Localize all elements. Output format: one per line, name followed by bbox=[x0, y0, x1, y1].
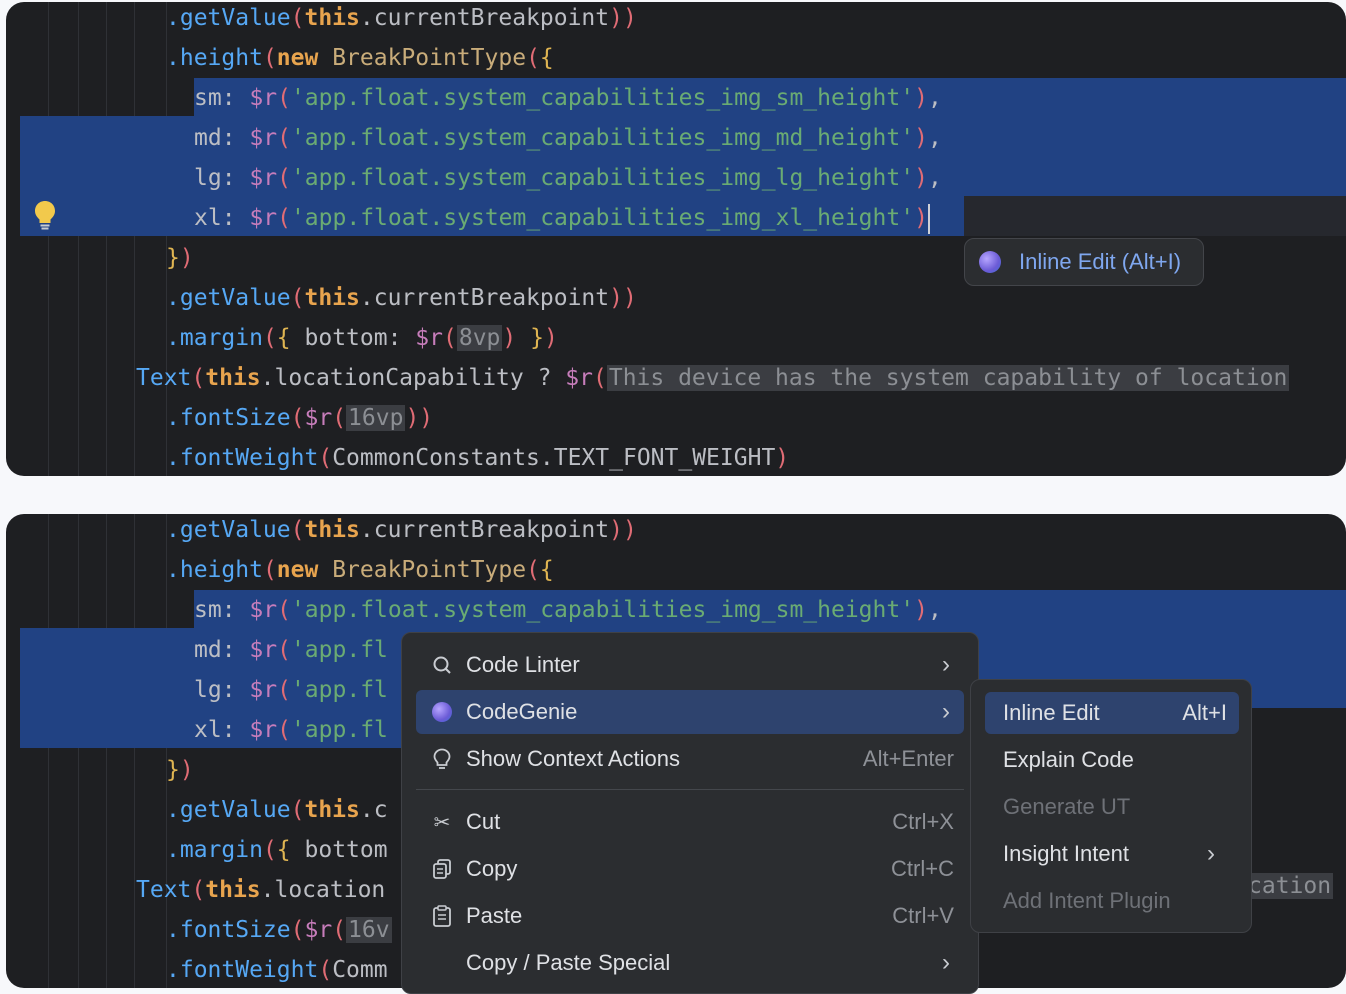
code-line[interactable]: lg: $r('app.fl bbox=[194, 670, 388, 710]
code-line[interactable]: }) bbox=[166, 238, 194, 278]
inline-edit-label: Inline Edit (Alt+I) bbox=[1019, 249, 1182, 274]
current-line-highlight bbox=[964, 196, 1346, 236]
submenu-item-generate-ut: Generate UT bbox=[985, 786, 1239, 828]
code-line[interactable]: .getValue(this.c bbox=[166, 790, 388, 830]
submenu-item-add-intent-plugin: Add Intent Plugin bbox=[985, 880, 1239, 922]
submenu-item-insight-intent[interactable]: Insight Intent › bbox=[985, 833, 1239, 875]
text-caret bbox=[927, 203, 930, 234]
menu-item-code-linter[interactable]: Code Linter › bbox=[416, 643, 964, 687]
code-line[interactable]: sm: $r('app.float.system_capabilities_im… bbox=[194, 78, 942, 118]
code-line[interactable]: md: $r('app.float.system_capabilities_im… bbox=[194, 118, 942, 158]
code-line[interactable]: .margin({ bottom: $r(8vp) }) bbox=[166, 318, 558, 358]
submenu-item-explain-code[interactable]: Explain Code bbox=[985, 739, 1239, 781]
submenu-item-label: Add Intent Plugin bbox=[1003, 888, 1171, 913]
submenu-item-label: Explain Code bbox=[1003, 747, 1134, 772]
code-line[interactable]: .height(new BreakPointType({ bbox=[166, 550, 554, 590]
chevron-right-icon: › bbox=[942, 698, 950, 725]
submenu-item-label: Inline Edit bbox=[1003, 700, 1100, 725]
code-line[interactable]: md: $r('app.fl bbox=[194, 630, 388, 670]
code-line[interactable]: .getValue(this.currentBreakpoint)) bbox=[166, 2, 637, 38]
code-line[interactable]: .margin({ bottom bbox=[166, 830, 388, 870]
code-line[interactable]: .getValue(this.currentBreakpoint)) bbox=[166, 514, 637, 550]
menu-item-label: Code Linter bbox=[466, 652, 580, 677]
context-menu: Code Linter › CodeGenie › Show Context A… bbox=[401, 632, 979, 994]
submenu-item-shortcut: Alt+I bbox=[1182, 700, 1227, 725]
code-line-fragment: cation bbox=[1246, 873, 1334, 899]
code-line[interactable]: .fontSize($r(16vp)) bbox=[166, 398, 433, 438]
code-line[interactable]: lg: $r('app.float.system_capabilities_im… bbox=[194, 158, 942, 198]
lightbulb-icon[interactable] bbox=[34, 200, 56, 230]
code-line[interactable]: .fontSize($r(16v bbox=[166, 910, 392, 950]
copy-icon bbox=[430, 857, 454, 881]
inline-edit-popup[interactable]: Inline Edit (Alt+I) bbox=[964, 238, 1204, 286]
code-line[interactable]: .getValue(this.currentBreakpoint)) bbox=[166, 278, 637, 318]
menu-item-label: Copy bbox=[466, 856, 518, 881]
menu-item-label: Show Context Actions bbox=[466, 746, 681, 771]
menu-item-cut[interactable]: ✂ Cut Ctrl+X bbox=[416, 800, 964, 844]
codegenie-icon bbox=[430, 700, 454, 724]
menu-item-paste[interactable]: Paste Ctrl+V bbox=[416, 894, 964, 938]
submenu-item-inline-edit[interactable]: Inline Edit Alt+I bbox=[985, 692, 1239, 734]
code-line[interactable]: Text(this.location bbox=[136, 870, 385, 910]
code-line[interactable]: Text(this.locationCapability ? $r(This d… bbox=[136, 358, 1290, 398]
code-line[interactable]: }) bbox=[166, 750, 194, 790]
chevron-right-icon: › bbox=[1207, 840, 1215, 867]
code-line[interactable]: xl: $r('app.fl bbox=[194, 710, 388, 750]
code-line[interactable]: xl: $r('app.float.system_capabilities_im… bbox=[194, 198, 930, 238]
code-editor-top[interactable]: .getValue(this.currentBreakpoint)) .heig… bbox=[6, 2, 1346, 476]
scissors-icon: ✂ bbox=[433, 811, 451, 834]
menu-item-label: Copy / Paste Special bbox=[466, 950, 671, 975]
chevron-right-icon: › bbox=[942, 949, 950, 976]
code-line[interactable]: sm: $r('app.float.system_capabilities_im… bbox=[194, 590, 942, 630]
menu-item-copy[interactable]: Copy Ctrl+C bbox=[416, 847, 964, 891]
paste-icon bbox=[430, 904, 454, 928]
menu-item-shortcut: Ctrl+X bbox=[892, 809, 954, 834]
menu-separator bbox=[416, 789, 964, 790]
menu-item-shortcut: Ctrl+C bbox=[891, 856, 954, 881]
menu-item-label: Paste bbox=[466, 903, 523, 928]
menu-item-show-context-actions[interactable]: Show Context Actions Alt+Enter bbox=[416, 737, 964, 781]
chevron-right-icon: › bbox=[942, 651, 950, 678]
menu-item-shortcut: Alt+Enter bbox=[862, 746, 954, 771]
code-line[interactable]: .fontWeight(Comm bbox=[166, 950, 388, 988]
lightbulb-icon bbox=[430, 747, 454, 771]
codegenie-icon bbox=[979, 251, 1001, 273]
codegenie-submenu: Inline Edit Alt+I Explain Code Generate … bbox=[970, 679, 1252, 933]
menu-item-label: CodeGenie bbox=[466, 699, 578, 724]
code-line[interactable]: .height(new BreakPointType({ bbox=[166, 38, 554, 78]
submenu-item-label: Generate UT bbox=[1003, 794, 1131, 819]
menu-item-shortcut: Ctrl+V bbox=[892, 903, 954, 928]
menu-item-codegenie[interactable]: CodeGenie › bbox=[416, 690, 964, 734]
search-icon bbox=[430, 653, 454, 677]
menu-item-copy-paste-special[interactable]: Copy / Paste Special › bbox=[416, 941, 964, 985]
submenu-item-label: Insight Intent bbox=[1003, 841, 1129, 866]
menu-item-label: Cut bbox=[466, 809, 501, 834]
code-line[interactable]: .fontWeight(CommonConstants.TEXT_FONT_WE… bbox=[166, 438, 789, 476]
